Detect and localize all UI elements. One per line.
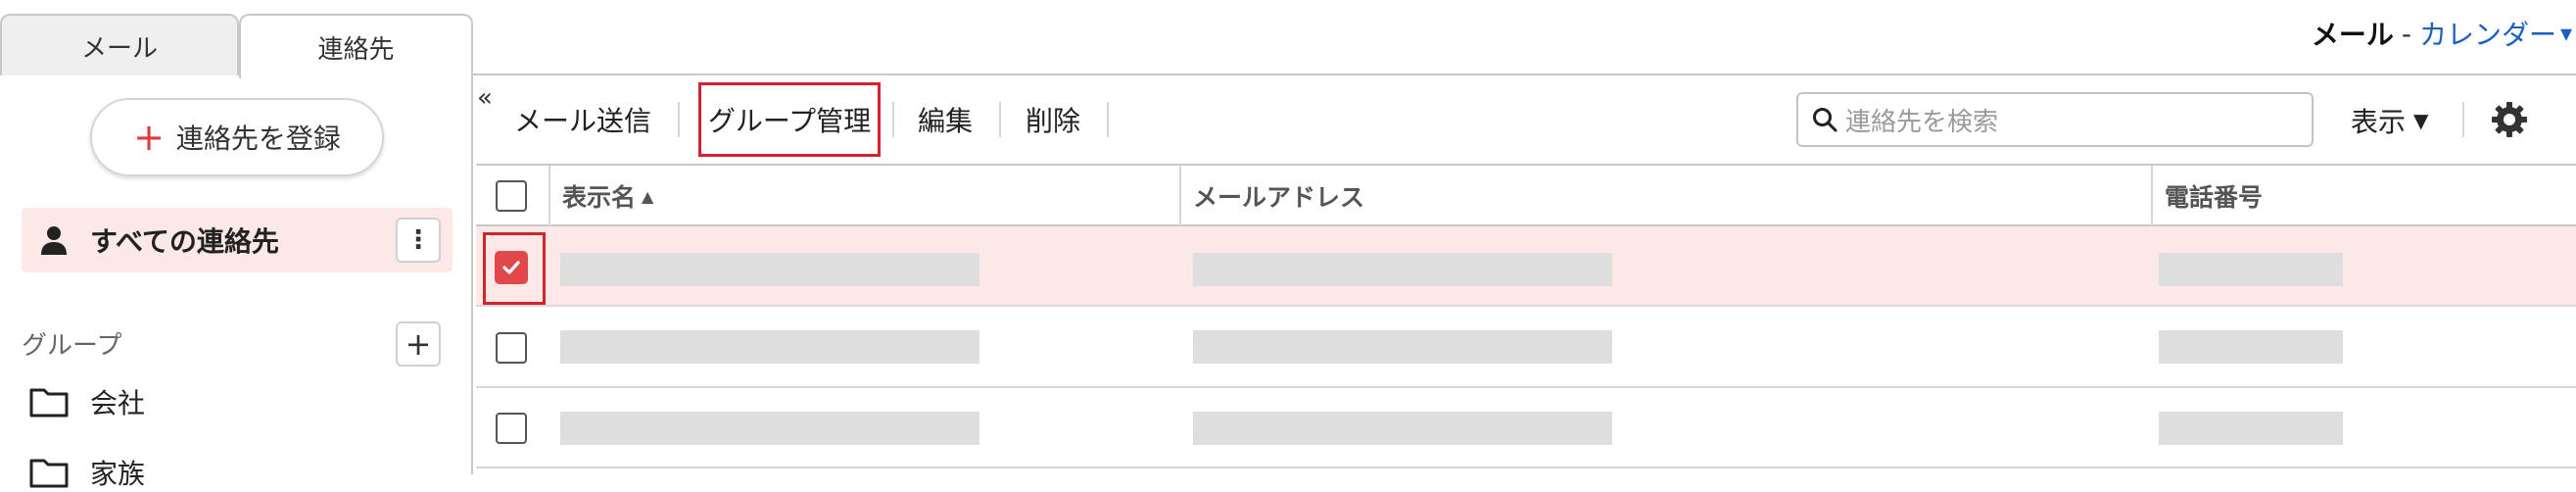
display-name-placeholder <box>560 412 979 445</box>
column-label: 表示名 <box>562 183 637 212</box>
toolbar-divider <box>2462 102 2464 137</box>
group-manage-button[interactable]: グループ管理 <box>698 82 881 157</box>
column-divider <box>2151 166 2153 226</box>
groups-header: グループ <box>22 331 122 361</box>
sidebar-item-all-contacts[interactable]: すべての連絡先 <box>22 208 453 272</box>
search-icon <box>1812 107 1837 132</box>
select-all-checkbox[interactable] <box>496 180 527 212</box>
phone-placeholder <box>2159 330 2343 364</box>
phone-placeholder <box>2159 412 2343 445</box>
group-label: 家族 <box>90 458 146 490</box>
email-placeholder <box>1193 330 1612 364</box>
chevron-down-icon[interactable]: ▾ <box>2560 20 2572 47</box>
checkbox-highlight-box <box>483 232 546 305</box>
app-switcher: メール - カレンダー ▾ <box>2312 14 2576 53</box>
sidebar-item-group-company[interactable]: 会社 <box>29 382 145 421</box>
app-separator: - <box>2401 17 2411 50</box>
folder-icon <box>29 457 69 488</box>
row-checkbox[interactable] <box>496 332 527 364</box>
search-placeholder: 連絡先を検索 <box>1845 107 1999 137</box>
tab-mail[interactable]: メール <box>0 14 239 76</box>
app-current-label: メール <box>2311 19 2394 51</box>
column-divider <box>549 166 550 226</box>
toolbar-divider <box>678 102 680 137</box>
row-checkbox[interactable] <box>496 413 527 444</box>
toolbar-divider <box>999 102 1001 137</box>
send-mail-button[interactable]: メール送信 <box>509 82 656 157</box>
display-name-placeholder <box>560 253 979 286</box>
toolbar-divider <box>1107 102 1109 137</box>
caret-down-icon: ▼ <box>2413 109 2429 132</box>
person-icon <box>39 224 69 256</box>
edit-button[interactable]: 編集 <box>911 82 979 157</box>
column-header-phone[interactable]: 電話番号 <box>2165 166 2263 226</box>
group-label: 会社 <box>90 387 146 419</box>
toolbar-divider <box>892 102 894 137</box>
sidebar-item-label: すべての連絡先 <box>90 225 279 258</box>
plus-icon: + <box>133 116 165 159</box>
more-options-button[interactable]: ⋮ <box>396 218 441 263</box>
email-placeholder <box>1193 412 1612 445</box>
sort-ascending-icon: ▲ <box>642 186 654 206</box>
register-contact-button[interactable]: + 連絡先を登録 <box>90 98 384 176</box>
tab-contacts[interactable]: 連絡先 <box>239 14 473 78</box>
folder-icon <box>29 386 69 418</box>
display-label: 表示 <box>2351 106 2407 138</box>
register-contact-label: 連絡先を登録 <box>175 123 341 155</box>
display-name-placeholder <box>560 330 979 364</box>
add-group-button[interactable]: + <box>396 321 441 367</box>
phone-placeholder <box>2159 253 2343 286</box>
display-dropdown[interactable]: 表示 ▼ <box>2351 98 2428 143</box>
column-divider <box>1179 166 1181 226</box>
gear-icon[interactable] <box>2488 98 2531 141</box>
column-header-email[interactable]: メールアドレス <box>1193 166 1364 226</box>
search-input[interactable]: 連絡先を検索 <box>1796 92 2314 147</box>
column-header-display-name[interactable]: 表示名 ▲ <box>562 166 653 226</box>
calendar-link[interactable]: カレンダー <box>2419 14 2556 53</box>
email-placeholder <box>1193 253 1612 286</box>
sidebar-item-group-family[interactable]: 家族 <box>29 453 145 492</box>
delete-button[interactable]: 削除 <box>1019 82 1087 157</box>
